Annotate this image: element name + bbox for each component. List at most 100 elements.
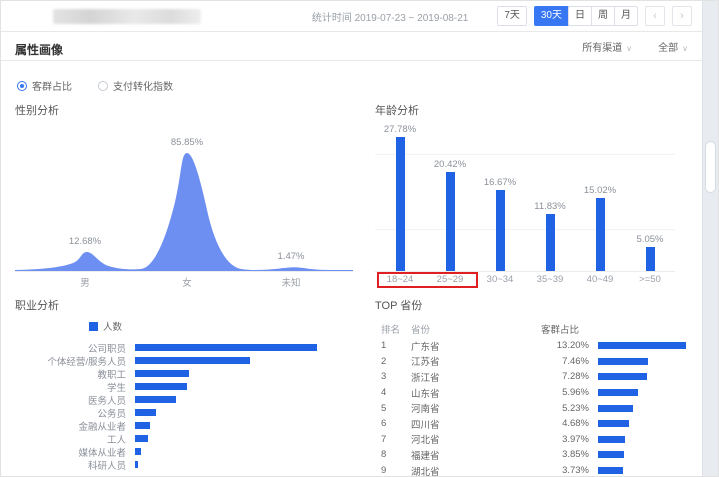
age-category-label: 35~39 <box>525 274 575 285</box>
redacted-page-title <box>53 9 201 24</box>
metric-radio-客群占比[interactable]: 客群占比 <box>17 78 72 93</box>
province-share-value: 3.97% <box>541 434 589 445</box>
age-chart-title: 年龄分析 <box>375 102 688 118</box>
metric-radio-label: 支付转化指数 <box>113 78 173 93</box>
age-category-label: 30~34 <box>475 274 525 285</box>
province-name: 河南省 <box>411 401 541 415</box>
province-bar-track <box>589 420 688 427</box>
gender-axis-line <box>15 271 353 272</box>
occupation-row-工人: 工人 <box>15 432 355 445</box>
province-bar <box>598 436 625 443</box>
age-bar-column-30~34: 16.67% <box>475 124 525 271</box>
time-range-button-30天[interactable]: 30天 <box>534 6 569 26</box>
province-name: 湖北省 <box>411 464 541 477</box>
province-bar-track <box>589 451 688 458</box>
occupation-bar <box>135 422 150 429</box>
occupation-row-媒体从业者: 媒体从业者 <box>15 445 355 458</box>
occupation-row-学生: 学生 <box>15 380 355 393</box>
province-rank: 7 <box>381 434 411 445</box>
occupation-label: 学生 <box>15 380 135 394</box>
province-bar <box>598 467 623 474</box>
age-bar <box>546 214 555 271</box>
channel-filter-dropdown[interactable]: 所有渠道∨ <box>582 39 632 60</box>
app-window: 统计时间 2019-07-23 ~ 2019-08-21 7天30天日周月 ‹ … <box>0 0 719 477</box>
occupation-row-公司职员: 公司职员 <box>15 341 355 354</box>
occupation-bar-track <box>135 396 355 403</box>
age-bar <box>396 137 405 271</box>
province-bar-track <box>589 436 688 443</box>
occupation-bar-track <box>135 370 355 377</box>
province-bar-track <box>589 467 688 474</box>
province-bar-track <box>589 342 688 349</box>
age-bar-column-35~39: 11.83% <box>525 124 575 271</box>
occupation-bar-track <box>135 409 355 416</box>
occupation-bar <box>135 461 138 468</box>
scrollbar-track[interactable] <box>702 1 718 476</box>
occupation-label: 个体经营/服务人员 <box>15 354 135 368</box>
province-bar <box>598 373 647 380</box>
occupation-label: 公务员 <box>15 406 135 420</box>
occupation-label: 公司职员 <box>15 341 135 355</box>
age-value-label: 20.42% <box>434 159 466 170</box>
age-value-label: 5.05% <box>637 234 664 245</box>
metric-radio-支付转化指数[interactable]: 支付转化指数 <box>98 78 173 93</box>
radio-icon <box>98 81 108 91</box>
province-share-value: 4.68% <box>541 418 589 429</box>
occupation-bar <box>135 383 187 390</box>
prev-period-button[interactable]: ‹ <box>645 6 665 26</box>
occupation-row-医务人员: 医务人员 <box>15 393 355 406</box>
age-bar <box>646 247 655 272</box>
occupation-bar <box>135 357 250 364</box>
province-rank: 1 <box>381 340 411 351</box>
age-value-label: 11.83% <box>534 201 566 212</box>
province-rank: 6 <box>381 418 411 429</box>
main-panel: 统计时间 2019-07-23 ~ 2019-08-21 7天30天日周月 ‹ … <box>1 1 702 476</box>
province-row-山东省: 4山东省5.96% <box>381 385 688 401</box>
province-rank: 5 <box>381 403 411 414</box>
age-bar-column->=50: 5.05% <box>625 124 675 271</box>
next-period-button[interactable]: › <box>672 6 692 26</box>
top-bar: 统计时间 2019-07-23 ~ 2019-08-21 7天30天日周月 ‹ … <box>1 1 702 32</box>
time-range-button-月[interactable]: 月 <box>614 6 638 26</box>
date-range-value: 2019-07-23 ~ 2019-08-21 <box>355 13 469 24</box>
scope-filter-dropdown[interactable]: 全部∨ <box>658 39 688 60</box>
gender-category-label: 未知 <box>281 275 300 289</box>
channel-filter-value: 所有渠道 <box>582 43 622 54</box>
province-row-福建省: 8福建省3.85% <box>381 447 688 463</box>
time-range-group: 7天 30天日周月 <box>490 6 638 26</box>
occupation-bar-track <box>135 344 355 351</box>
occupation-row-个体经营/服务人员: 个体经营/服务人员 <box>15 354 355 367</box>
province-rank: 2 <box>381 356 411 367</box>
province-bar-track <box>589 405 688 412</box>
age-value-label: 15.02% <box>584 185 616 196</box>
province-share-value: 5.96% <box>541 387 589 398</box>
province-share-value: 7.28% <box>541 371 589 382</box>
occupation-label: 科研人员 <box>15 458 135 472</box>
province-bar-track <box>589 373 688 380</box>
gender-chart-title: 性别分析 <box>15 102 355 118</box>
gender-value-label: 12.68% <box>69 236 101 247</box>
province-name: 江苏省 <box>411 354 541 368</box>
province-rank: 3 <box>381 371 411 382</box>
age-value-label: 27.78% <box>384 124 416 135</box>
province-name: 广东省 <box>411 339 541 353</box>
province-row-江苏省: 2江苏省7.46% <box>381 354 688 370</box>
province-name: 福建省 <box>411 448 541 462</box>
top-provinces-title: TOP 省份 <box>375 297 688 313</box>
occupation-bar-track <box>135 383 355 390</box>
occupation-bar-track <box>135 461 355 468</box>
time-range-button-7天[interactable]: 7天 <box>497 6 527 26</box>
province-row-河南省: 5河南省5.23% <box>381 400 688 416</box>
occupation-label: 金融从业者 <box>15 419 135 433</box>
age-category-axis: 18~2425~2930~3435~3940~49>=50 <box>375 274 675 285</box>
header-rank: 排名 <box>381 322 411 336</box>
occupation-section: 职业分析 人数 公司职员个体经营/服务人员教职工学生医务人员公务员金融从业者工人… <box>15 297 355 477</box>
time-range-button-周[interactable]: 周 <box>591 6 615 26</box>
scrollbar-thumb[interactable] <box>705 141 716 193</box>
province-row-湖北省: 9湖北省3.73% <box>381 463 688 477</box>
legend-label: 人数 <box>103 319 122 333</box>
province-row-四川省: 6四川省4.68% <box>381 416 688 432</box>
gender-value-label: 1.47% <box>278 251 305 262</box>
page-title: 属性画像 <box>15 41 63 60</box>
time-range-button-日[interactable]: 日 <box>568 6 592 26</box>
